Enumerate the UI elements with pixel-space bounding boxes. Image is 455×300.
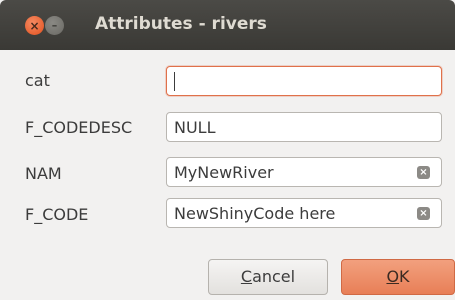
ok-label: K [399,267,410,286]
clear-icon[interactable]: × [417,207,430,220]
f-codedesc-input[interactable]: NULL [166,112,442,142]
ok-button[interactable]: OK [341,259,455,295]
close-icon[interactable]: × [25,16,44,35]
cancel-button[interactable]: Cancel [208,259,328,295]
cancel-accelerator: C [240,267,253,286]
cat-input[interactable] [166,66,442,96]
f-code-value: NewShinyCode here [174,204,336,223]
nam-value: MyNewRiver [174,163,274,182]
cancel-label: ancel [252,267,296,286]
f-code-input[interactable]: NewShinyCode here × [166,198,442,228]
f-code-label: F_CODE [25,205,89,224]
cat-label: cat [25,71,50,90]
clear-icon[interactable]: × [417,166,430,179]
nam-label: NAM [25,164,62,183]
attributes-dialog: × – Attributes - rivers cat F_CODEDESC N… [0,0,455,300]
nam-input[interactable]: MyNewRiver × [166,157,442,187]
f-codedesc-label: F_CODEDESC [25,118,133,137]
f-codedesc-value: NULL [174,118,216,137]
text-caret [174,72,175,91]
minimize-icon[interactable]: – [45,16,64,35]
title-bar: × – Attributes - rivers [0,0,455,50]
window-title: Attributes - rivers [95,14,267,34]
ok-accelerator: O [386,267,400,286]
